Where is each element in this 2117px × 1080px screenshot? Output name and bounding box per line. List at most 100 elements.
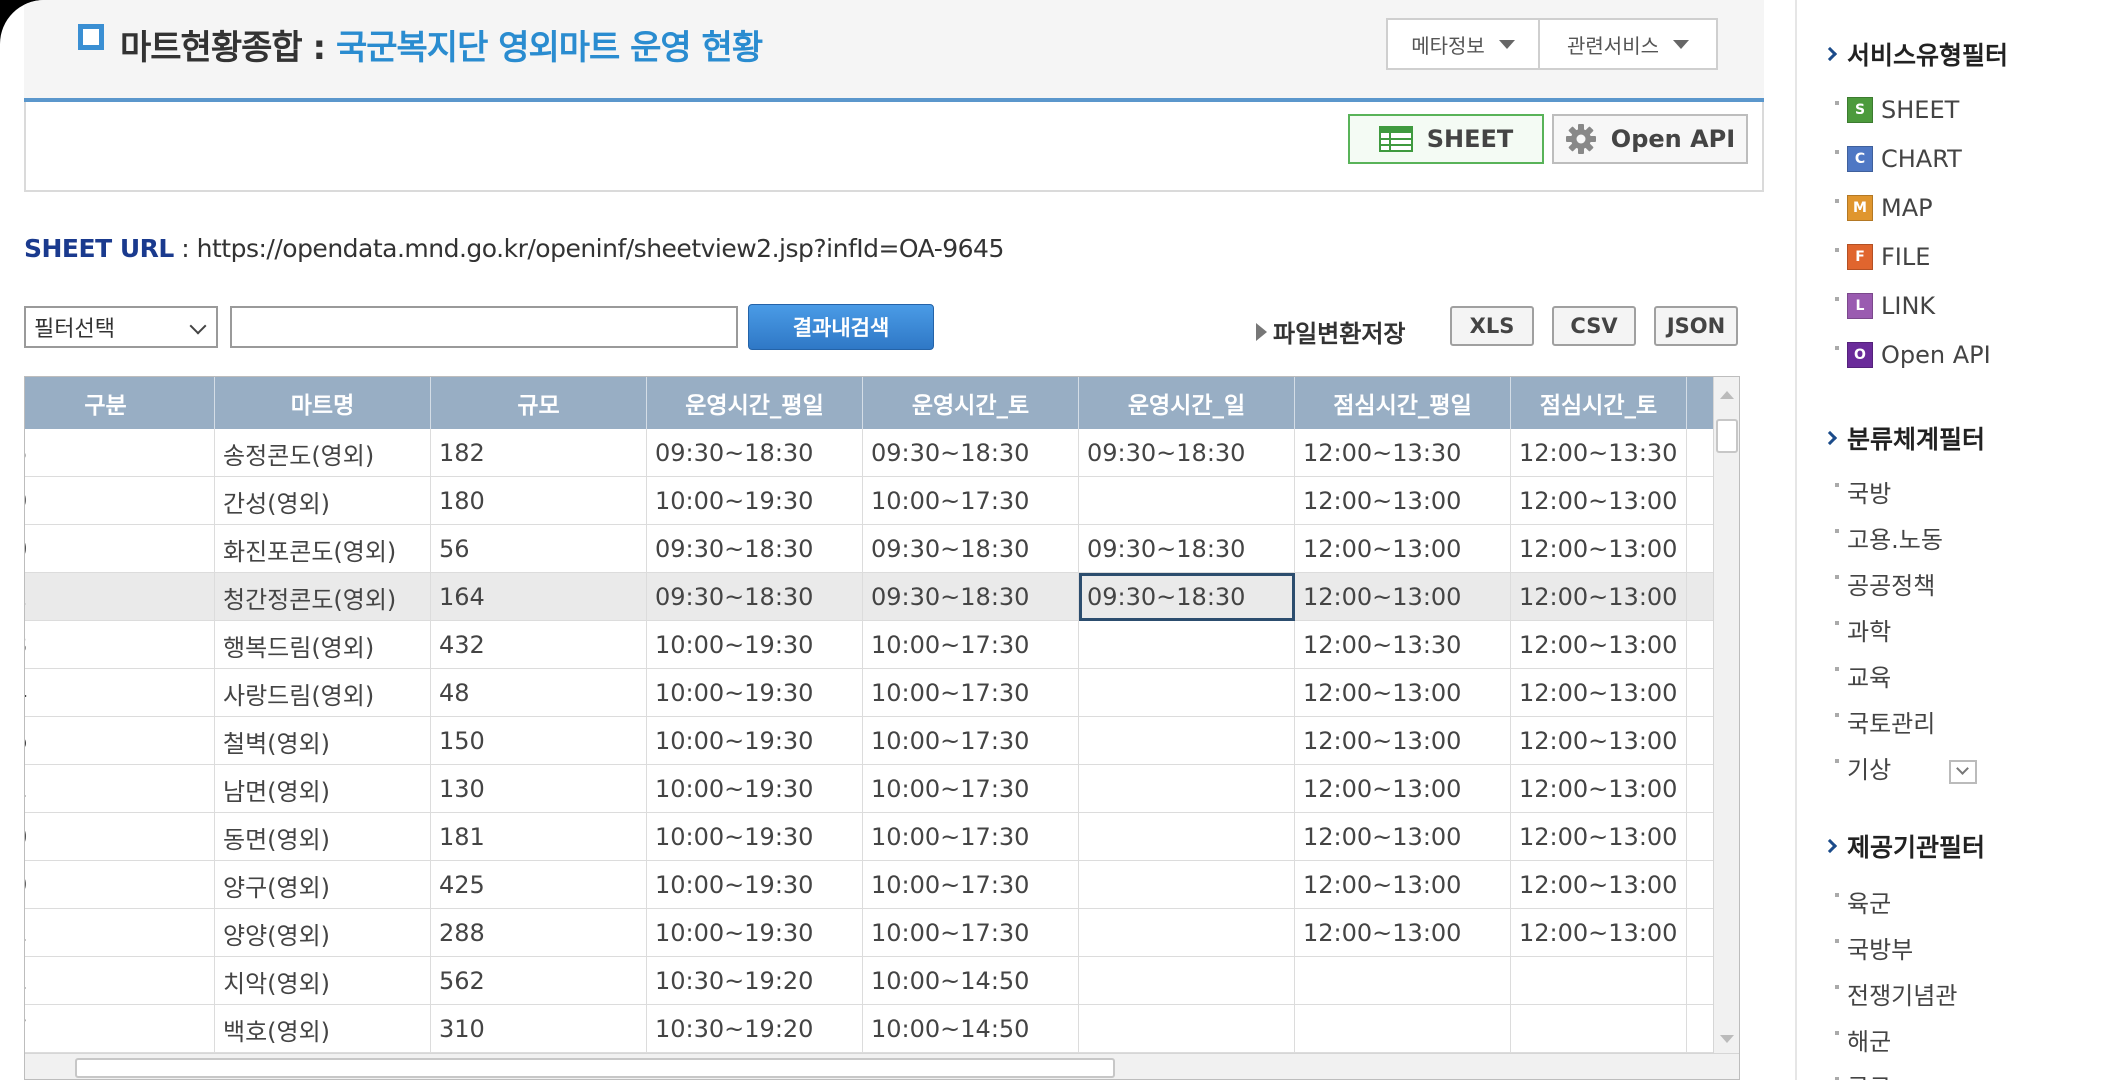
table-cell[interactable]: 화진포콘도(영외)	[215, 525, 431, 573]
table-cell[interactable]: 10:00~17:30	[863, 717, 1079, 765]
table-cell[interactable]: 12:00~13:00	[1295, 909, 1511, 957]
table-cell[interactable]: 79	[25, 861, 215, 909]
table-cell[interactable]: 95	[25, 429, 215, 477]
table-cell[interactable]: 철벽(영외)	[215, 717, 431, 765]
table-cell[interactable]: 09:30~18:30	[863, 573, 1079, 621]
table-cell[interactable]	[1079, 477, 1295, 525]
service-filter-item[interactable]: C CHART	[1835, 145, 1962, 173]
table-cell[interactable]: 10:00~17:30	[863, 861, 1079, 909]
table-cell[interactable]: 150	[431, 717, 647, 765]
filter-select[interactable]: 필터선택	[24, 306, 218, 348]
table-cell[interactable]: 12:00~13:00	[1295, 765, 1511, 813]
table-cell[interactable]: 56	[431, 525, 647, 573]
table-cell[interactable]: 432	[431, 621, 647, 669]
table-cell[interactable]: 12:00~13:00	[1295, 717, 1511, 765]
column-header[interactable]: 점심시간_평일	[1295, 377, 1511, 429]
provider-filter-item[interactable]: 전쟁기념관	[1835, 976, 1957, 1011]
table-cell[interactable]: 96	[25, 717, 215, 765]
json-button[interactable]: JSON	[1654, 306, 1738, 346]
table-cell[interactable]: 182	[431, 429, 647, 477]
category-filter-item[interactable]: 국방	[1835, 474, 1891, 509]
table-cell[interactable]: 09:30~18:30	[863, 429, 1079, 477]
table-cell[interactable]: 양양(영외)	[215, 909, 431, 957]
table-cell[interactable]: 송정콘도(영외)	[215, 429, 431, 477]
vertical-scrollbar[interactable]	[1713, 377, 1739, 1053]
table-cell[interactable]: 10:00~19:30	[647, 477, 863, 525]
table-cell[interactable]: 180	[431, 477, 647, 525]
table-cell[interactable]: 12:00~13:30	[1295, 621, 1511, 669]
table-cell[interactable]: 12:00~13:00	[1511, 909, 1687, 957]
table-cell[interactable]	[1511, 1005, 1687, 1053]
table-cell[interactable]	[1511, 957, 1687, 1005]
table-cell[interactable]: 90	[25, 525, 215, 573]
table-cell[interactable]: 12:00~13:30	[1511, 429, 1687, 477]
table-cell[interactable]	[1079, 717, 1295, 765]
table-cell[interactable]: 10:30~19:20	[647, 1005, 863, 1053]
table-row[interactable]: 79양구(영외)42510:00~19:3010:00~17:30 12:00~1…	[25, 861, 1715, 909]
provider-filter-item[interactable]: 육군	[1835, 884, 1891, 919]
table-cell[interactable]: 12:00~13:00	[1511, 477, 1687, 525]
table-row[interactable]: 77백호(영외)31010:30~19:2010:00~14:50	[25, 1005, 1715, 1053]
provider-filter-item[interactable]: 공군	[1835, 1068, 1891, 1080]
table-cell[interactable]: 사랑드림(영외)	[215, 669, 431, 717]
table-cell[interactable]: 12:00~13:00	[1511, 573, 1687, 621]
table-cell[interactable]: 양구(영외)	[215, 861, 431, 909]
sheet-button[interactable]: SHEET	[1348, 114, 1544, 164]
category-filter-item[interactable]: 교육	[1835, 658, 1891, 693]
table-row[interactable]: 81남면(영외)13010:00~19:3010:00~17:30 12:00~1…	[25, 765, 1715, 813]
table-cell[interactable]: 10:00~19:30	[647, 813, 863, 861]
table-cell[interactable]: 09:30~18:30	[863, 525, 1079, 573]
table-cell[interactable]: 간성(영외)	[215, 477, 431, 525]
table-row[interactable]: 80동면(영외)18110:00~19:3010:00~17:30 12:00~1…	[25, 813, 1715, 861]
table-cell[interactable]: 48	[431, 669, 647, 717]
scroll-thumb[interactable]	[75, 1058, 1115, 1078]
category-filter-item[interactable]: 국토관리	[1835, 704, 1935, 739]
table-cell[interactable]: 89	[25, 477, 215, 525]
table-cell[interactable]	[1295, 957, 1511, 1005]
column-header[interactable]: 운영시간_평일	[647, 377, 863, 429]
table-row[interactable]: 92청간정콘도(영외)16409:30~18:3009:30~18:3009:3…	[25, 573, 1715, 621]
table-cell[interactable]: 12:00~13:00	[1511, 861, 1687, 909]
csv-button[interactable]: CSV	[1552, 306, 1636, 346]
table-cell[interactable]: 91	[25, 909, 215, 957]
table-cell[interactable]	[1079, 861, 1295, 909]
xls-button[interactable]: XLS	[1450, 306, 1534, 346]
table-cell[interactable]	[1079, 813, 1295, 861]
table-cell[interactable]: 12:00~13:00	[1295, 477, 1511, 525]
table-cell[interactable]: 10:00~19:30	[647, 669, 863, 717]
table-cell[interactable]: 09:30~18:30	[647, 429, 863, 477]
provider-filter-item[interactable]: 해군	[1835, 1022, 1891, 1057]
related-services-button[interactable]: 관련서비스	[1538, 18, 1718, 70]
table-cell[interactable]: 130	[431, 765, 647, 813]
table-cell[interactable]: 94	[25, 669, 215, 717]
service-filter-item[interactable]: L LINK	[1835, 292, 1935, 320]
table-cell[interactable]: 09:30~18:30	[647, 525, 863, 573]
table-cell[interactable]	[1079, 765, 1295, 813]
table-row[interactable]: 90화진포콘도(영외)5609:30~18:3009:30~18:3009:30…	[25, 525, 1715, 573]
table-cell[interactable]: 12:00~13:00	[1511, 717, 1687, 765]
table-cell[interactable]: 12:00~13:00	[1295, 669, 1511, 717]
horizontal-scrollbar[interactable]	[25, 1053, 1739, 1079]
column-header[interactable]: 규모	[431, 377, 647, 429]
table-row[interactable]: 95송정콘도(영외)18209:30~18:3009:30~18:3009:30…	[25, 429, 1715, 477]
table-cell[interactable]: 12:00~13:00	[1511, 765, 1687, 813]
table-cell[interactable]: 행복드림(영외)	[215, 621, 431, 669]
table-cell[interactable]: 동면(영외)	[215, 813, 431, 861]
table-cell[interactable]: 92	[25, 573, 215, 621]
table-row[interactable]: 71치악(영외)56210:30~19:2010:00~14:50	[25, 957, 1715, 1005]
table-row[interactable]: 89간성(영외)18010:00~19:3010:00~17:30 12:00~1…	[25, 477, 1715, 525]
table-cell[interactable]: 10:00~14:50	[863, 957, 1079, 1005]
table-cell[interactable]: 10:00~17:30	[863, 765, 1079, 813]
scroll-up-icon[interactable]	[1720, 391, 1734, 399]
column-header[interactable]: 마트명	[215, 377, 431, 429]
table-cell[interactable]: 청간정콘도(영외)	[215, 573, 431, 621]
search-input[interactable]	[230, 306, 738, 348]
service-filter-item[interactable]: S SHEET	[1835, 96, 1959, 124]
open-api-button[interactable]: Open API	[1552, 114, 1748, 164]
category-filter-item[interactable]: 공공정책	[1835, 566, 1935, 601]
table-cell[interactable]: 10:00~19:30	[647, 717, 863, 765]
table-cell[interactable]: 남면(영외)	[215, 765, 431, 813]
table-cell[interactable]: 71	[25, 957, 215, 1005]
table-cell[interactable]: 치악(영외)	[215, 957, 431, 1005]
table-row[interactable]: 91양양(영외)28810:00~19:3010:00~17:30 12:00~1…	[25, 909, 1715, 957]
